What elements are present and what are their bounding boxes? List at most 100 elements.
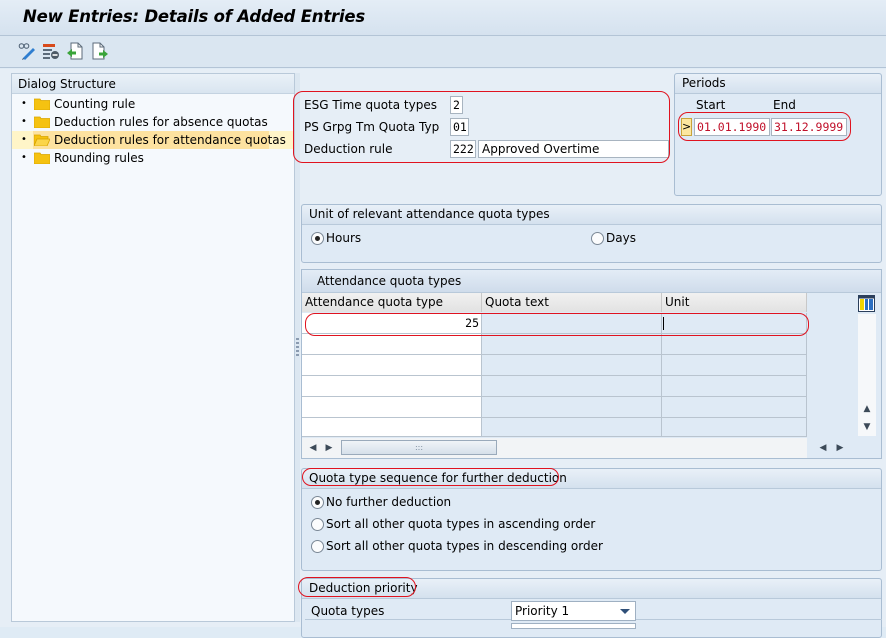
table-row[interactable] [302, 418, 807, 437]
unit-group-title: Unit of relevant attendance quota types [302, 205, 881, 225]
cell-quota-text [482, 397, 662, 418]
radio-selected-icon [311, 495, 324, 509]
psgrpg-label: PS Grpg Tm Quota Typ [304, 120, 440, 134]
cell-quota-text [482, 313, 662, 334]
cell-unit [662, 355, 807, 376]
esg-label: ESG Time quota types [304, 98, 437, 112]
tree-item-label: Deduction rules for attendance quotas [54, 133, 286, 147]
display-change-icon[interactable] [18, 42, 36, 60]
attendance-quota-table: Attendance quota types Attendance quota … [301, 269, 882, 459]
radio-label: Hours [326, 231, 362, 245]
quota-types-label: Quota types [311, 604, 385, 618]
table-vertical-scrollbar[interactable]: ▲ ▼ [858, 314, 876, 436]
cell-quota-text [482, 355, 662, 376]
radio-unselected-icon [311, 517, 324, 531]
scroll-up-icon[interactable]: ▲ [861, 402, 873, 416]
tree-item-deduction-absence[interactable]: • Deduction rules for absence quotas [12, 113, 294, 131]
column-header-unit[interactable]: Unit [662, 293, 807, 312]
cell-quota-type[interactable] [302, 418, 482, 437]
radio-label: Days [606, 231, 636, 245]
bullet-icon: • [21, 116, 27, 127]
text-cursor [663, 317, 664, 330]
scroll-left-icon[interactable]: ◀ [817, 441, 829, 455]
column-header-text[interactable]: Quota text [482, 293, 662, 312]
title-bar: New Entries: Details of Added Entries [0, 0, 886, 36]
radio-sort-descending[interactable]: Sort all other quota types in descending… [311, 539, 603, 553]
radio-sort-ascending[interactable]: Sort all other quota types in ascending … [311, 517, 595, 531]
esg-field[interactable]: 2 [450, 96, 463, 114]
cell-quota-type[interactable] [302, 397, 482, 418]
dialog-structure-header: Dialog Structure [12, 74, 294, 94]
tree-item-label: Rounding rules [54, 151, 144, 165]
cell-unit[interactable] [662, 313, 807, 334]
cell-unit [662, 376, 807, 397]
table-header: Attendance quota type Quota text Unit [302, 293, 807, 312]
table-row[interactable] [302, 397, 807, 418]
period-end-field[interactable]: 31.12.9999 [771, 118, 847, 136]
table-row[interactable] [302, 355, 807, 376]
cell-unit [662, 397, 807, 418]
chevron-down-icon [620, 609, 630, 614]
table-row[interactable] [302, 334, 807, 355]
bullet-icon: • [21, 152, 27, 163]
tree-item-rounding-rules[interactable]: • Rounding rules [12, 149, 294, 167]
next-entry-icon[interactable] [91, 42, 109, 60]
scroll-right-icon[interactable]: ▶ [323, 441, 335, 455]
period-nav-button[interactable]: > [681, 118, 692, 136]
delete-icon[interactable] [42, 42, 60, 60]
tree-item-counting-rule[interactable]: • Counting rule [12, 95, 294, 113]
quota-types-select[interactable]: Priority 1 [511, 601, 636, 621]
open-folder-icon [34, 134, 50, 146]
tree-item-label: Deduction rules for absence quotas [54, 115, 268, 129]
period-end-label: End [773, 98, 796, 112]
toolbar [0, 36, 886, 68]
cell-quota-text [482, 334, 662, 355]
deduction-rule-field[interactable]: 222 [450, 140, 476, 158]
priority-group-title: Deduction priority [302, 579, 881, 599]
cell-quota-type[interactable] [302, 376, 482, 397]
splitter-grip-icon[interactable] [296, 338, 299, 358]
cell-unit [662, 334, 807, 355]
cell-quota-type[interactable] [302, 334, 482, 355]
folder-icon [34, 116, 50, 128]
next-select-partial[interactable] [511, 623, 636, 629]
period-start-field[interactable]: 01.01.1990 [694, 118, 770, 136]
radio-days[interactable]: Days [591, 231, 636, 245]
table-row[interactable]: 25 [302, 313, 807, 334]
scroll-right-icon[interactable]: ▶ [834, 441, 846, 455]
radio-hours[interactable]: Hours [311, 231, 361, 245]
cell-quota-type[interactable] [302, 355, 482, 376]
dialog-structure-panel: Dialog Structure • Counting rule • Deduc… [11, 73, 295, 622]
panel-splitter[interactable] [295, 73, 300, 622]
cell-quota-type[interactable]: 25 [302, 313, 482, 334]
column-header-type[interactable]: Attendance quota type [302, 293, 482, 312]
scroll-down-icon[interactable]: ▼ [861, 420, 873, 434]
tree-item-label: Counting rule [54, 97, 136, 111]
radio-label: No further deduction [326, 495, 452, 509]
tree-item-deduction-attendance[interactable]: • Deduction rules for attendance quotas [12, 131, 294, 149]
bullet-icon: • [21, 134, 27, 145]
table-row[interactable] [302, 376, 807, 397]
radio-no-further-deduction[interactable]: No further deduction [311, 495, 451, 509]
cell-quota-text [482, 376, 662, 397]
cell-unit [662, 418, 807, 437]
radio-unselected-icon [591, 231, 604, 245]
radio-label: Sort all other quota types in descending… [326, 539, 603, 553]
radio-unselected-icon [311, 539, 324, 553]
scroll-thumb[interactable]: ::: [341, 440, 497, 455]
folder-icon [34, 98, 50, 110]
periods-title: Periods [675, 74, 881, 94]
radio-label: Sort all other quota types in ascending … [326, 517, 596, 531]
cell-quota-text [482, 418, 662, 437]
radio-selected-icon [311, 231, 324, 245]
sequence-group-title: Quota type sequence for further deductio… [302, 469, 881, 489]
table-title: Attendance quota types [302, 270, 881, 293]
previous-entry-icon[interactable] [66, 42, 84, 60]
deduction-rule-label: Deduction rule [304, 142, 393, 156]
psgrpg-field[interactable]: 01 [450, 118, 469, 136]
table-settings-icon[interactable] [858, 295, 875, 312]
scroll-left-icon[interactable]: ◀ [307, 441, 319, 455]
folder-icon [34, 152, 50, 164]
page-title: New Entries: Details of Added Entries [23, 7, 366, 26]
table-horizontal-scrollbar[interactable]: ◀ ▶ ::: [302, 438, 807, 458]
